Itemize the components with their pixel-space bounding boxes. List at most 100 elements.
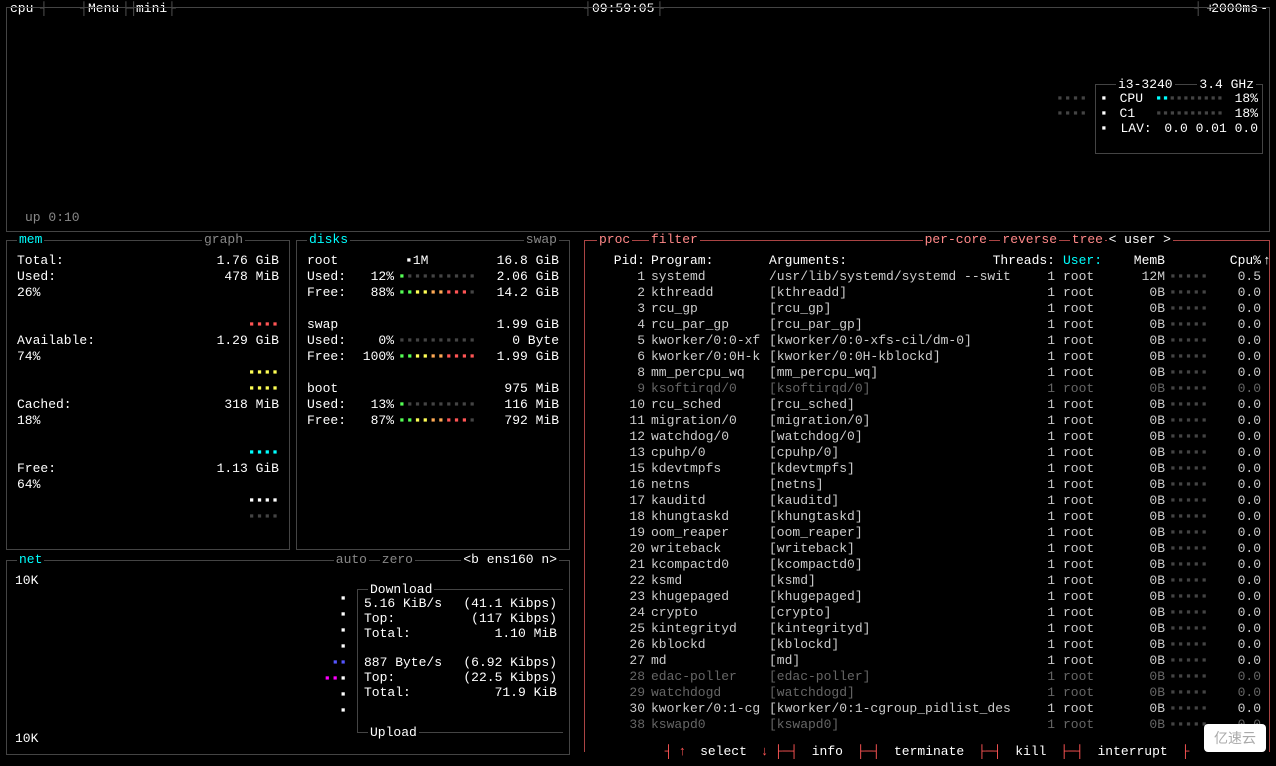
net-auto[interactable]: auto (334, 552, 369, 567)
proc-header-row: Pid: Program: Arguments: Threads: User: … (585, 253, 1269, 269)
proc-row[interactable]: 11migration/0[migration/0]1root0B▪▪▪▪▪0.… (585, 413, 1269, 429)
disk-root-used-pct: 12% (350, 269, 394, 284)
proc-row[interactable]: 16netns[netns]1root0B▪▪▪▪▪0.0 (585, 477, 1269, 493)
net-panel: net auto zero <b ens160 n> 10K 10K ▪ ▪ ▪… (6, 560, 570, 755)
proc-row[interactable]: 15kdevtmpfs[kdevtmpfs]1root0B▪▪▪▪▪0.0 (585, 461, 1269, 477)
cpu-info-box: i3-3240 3.4 GHz ▪▪▪▪ ▪ CPU ▪▪▪▪▪▪▪▪▪▪ 18… (1095, 84, 1263, 154)
proc-row[interactable]: 8mm_percpu_wq[mm_percpu_wq]1root0B▪▪▪▪▪0… (585, 365, 1269, 381)
proc-filter[interactable]: filter (649, 232, 700, 247)
footer-info[interactable]: info (809, 744, 846, 759)
net-zero[interactable]: zero (380, 552, 415, 567)
lav-label: LAV: (1120, 121, 1151, 136)
sort-arrow-icon: ↑ (1263, 253, 1271, 268)
footer-interrupt[interactable]: interrupt (1095, 744, 1171, 759)
proc-row[interactable]: 18khungtaskd[khungtaskd]1root0B▪▪▪▪▪0.0 (585, 509, 1269, 525)
proc-row[interactable]: 26kblockd[kblockd]1root0B▪▪▪▪▪0.0 (585, 637, 1269, 653)
proc-percore[interactable]: per-core (923, 232, 989, 247)
ul-rate: 887 Byte/s (364, 655, 442, 670)
disks-panel: disks swap root ▪1M 16.8 GiB Used: 12% ▪… (296, 240, 570, 550)
dl-rate-bits: (41.1 Kibps) (463, 596, 557, 611)
ul-rate-bits: (6.92 Kibps) (463, 655, 557, 670)
ul-total: 71.9 KiB (495, 685, 557, 700)
mem-total: 1.76 GiB (217, 253, 279, 268)
hdr-threads[interactable]: Threads: (991, 253, 1055, 268)
disk-swap-free-pct: 100% (350, 349, 394, 364)
disk-boot-free-pct: 87% (350, 413, 394, 428)
cpu-ghz: 3.4 GHz (1197, 77, 1256, 92)
dl-rate: 5.16 KiB/s (364, 596, 442, 611)
proc-row[interactable]: 2kthreadd[kthreadd]1root0B▪▪▪▪▪0.0 (585, 285, 1269, 301)
proc-row[interactable]: 22ksmd[ksmd]1root0B▪▪▪▪▪0.0 (585, 573, 1269, 589)
footer-select[interactable]: select (697, 744, 750, 759)
hdr-arguments[interactable]: Arguments: (769, 253, 1019, 268)
proc-row[interactable]: 10rcu_sched[rcu_sched]1root0B▪▪▪▪▪0.0 (585, 397, 1269, 413)
disk-boot-used-pct: 13% (350, 397, 394, 412)
proc-tree[interactable]: tree (1070, 232, 1105, 247)
proc-row[interactable]: 4rcu_par_gp[rcu_par_gp]1root0B▪▪▪▪▪0.0 (585, 317, 1269, 333)
lav-values: 0.0 0.01 0.0 (1164, 121, 1258, 136)
proc-panel: proc filter per-core reverse tree < user… (584, 240, 1270, 752)
mem-avail-label: Available: (17, 333, 95, 348)
proc-row[interactable]: 30kworker/0:1-cg[kworker/0:1-cgroup_pidl… (585, 701, 1269, 717)
watermark: 亿速云 (1204, 724, 1266, 752)
disk-boot-used: 116 MiB (489, 397, 559, 412)
cpu-total-label: CPU (1120, 91, 1143, 106)
mem-free: 1.13 GiB (217, 461, 279, 476)
dl-total-label: Total: (364, 626, 411, 641)
cpu-c1-label: C1 (1120, 106, 1136, 121)
proc-row[interactable]: 13cpuhp/0[cpuhp/0]1root0B▪▪▪▪▪0.0 (585, 445, 1269, 461)
proc-footer: ┤↑ select ↓├─┤ info ├─┤ terminate ├─┤ ki… (585, 744, 1269, 759)
ul-top-label: Top: (364, 670, 395, 685)
mem-avail-pct: 74% (17, 349, 40, 364)
proc-row[interactable]: 12watchdog/0[watchdog/0]1root0B▪▪▪▪▪0.0 (585, 429, 1269, 445)
disk-root-used-label: Used: (307, 269, 346, 284)
swap-title: swap (524, 232, 559, 247)
hdr-pid[interactable]: Pid: (585, 253, 645, 268)
disk-boot-total: 975 MiB (504, 381, 559, 396)
disk-swap-used: 0 Byte (489, 333, 559, 348)
upload-label: Upload (368, 725, 419, 740)
footer-terminate[interactable]: terminate (891, 744, 967, 759)
proc-row[interactable]: 19oom_reaper[oom_reaper]1root0B▪▪▪▪▪0.0 (585, 525, 1269, 541)
net-iface[interactable]: <b ens160 n> (461, 552, 559, 567)
mem-graph-toggle[interactable]: graph (202, 232, 245, 247)
proc-row[interactable]: 6kworker/0:0H-k[kworker/0:0H-kblockd]1ro… (585, 349, 1269, 365)
proc-row[interactable]: 3rcu_gp[rcu_gp]1root0B▪▪▪▪▪0.0 (585, 301, 1269, 317)
proc-row[interactable]: 28edac-poller[edac-poller]1root0B▪▪▪▪▪0.… (585, 669, 1269, 685)
mem-avail: 1.29 GiB (217, 333, 279, 348)
proc-row[interactable]: 20writeback[writeback]1root0B▪▪▪▪▪0.0 (585, 541, 1269, 557)
disk-boot-name: boot (307, 381, 338, 396)
proc-row[interactable]: 1systemd/usr/lib/systemd/systemd --swit1… (585, 269, 1269, 285)
proc-user-nav[interactable]: < user > (1107, 232, 1173, 247)
cpu-model: i3-3240 (1116, 77, 1175, 92)
proc-row[interactable]: 25kintegrityd[kintegrityd]1root0B▪▪▪▪▪0.… (585, 621, 1269, 637)
uptime: up 0:10 (25, 210, 80, 225)
mem-used: 478 MiB (224, 269, 279, 284)
net-scale-top: 10K (15, 573, 38, 588)
disk-root-free-label: Free: (307, 285, 346, 300)
hdr-user[interactable]: User: (1063, 253, 1107, 268)
disk-root-total: 16.8 GiB (497, 253, 559, 268)
disk-root-free-pct: 88% (350, 285, 394, 300)
hdr-program[interactable]: Program: (651, 253, 761, 268)
disk-root-free: 14.2 GiB (489, 285, 559, 300)
proc-row[interactable]: 21kcompactd0[kcompactd0]1root0B▪▪▪▪▪0.0 (585, 557, 1269, 573)
proc-row[interactable]: 23khugepaged[khugepaged]1root0B▪▪▪▪▪0.0 (585, 589, 1269, 605)
proc-reverse[interactable]: reverse (1000, 232, 1059, 247)
proc-row[interactable]: 9ksoftirqd/0[ksoftirqd/0]1root0B▪▪▪▪▪0.0 (585, 381, 1269, 397)
proc-row[interactable]: 17kauditd[kauditd]1root0B▪▪▪▪▪0.0 (585, 493, 1269, 509)
disk-root-name: root (307, 253, 338, 268)
mem-free-pct: 64% (17, 477, 40, 492)
ul-top: (22.5 Kibps) (463, 670, 557, 685)
proc-row[interactable]: 24crypto[crypto]1root0B▪▪▪▪▪0.0 (585, 605, 1269, 621)
proc-row[interactable]: 27md[md]1root0B▪▪▪▪▪0.0 (585, 653, 1269, 669)
disk-root-io: ▪1M (405, 253, 428, 268)
proc-row[interactable]: 38kswapd0[kswapd0]1root0B▪▪▪▪▪0.0 (585, 717, 1269, 733)
footer-kill[interactable]: kill (1012, 744, 1049, 759)
proc-row[interactable]: 5kworker/0:0-xf[kworker/0:0-xfs-cil/dm-0… (585, 333, 1269, 349)
hdr-cpu[interactable]: Cpu% (1221, 253, 1261, 268)
proc-rows[interactable]: 1systemd/usr/lib/systemd/systemd --swit1… (585, 269, 1269, 733)
hdr-mem[interactable]: MemB (1125, 253, 1165, 268)
disk-swap-total: 1.99 GiB (497, 317, 559, 332)
proc-row[interactable]: 29watchdogd[watchdogd]1root0B▪▪▪▪▪0.0 (585, 685, 1269, 701)
